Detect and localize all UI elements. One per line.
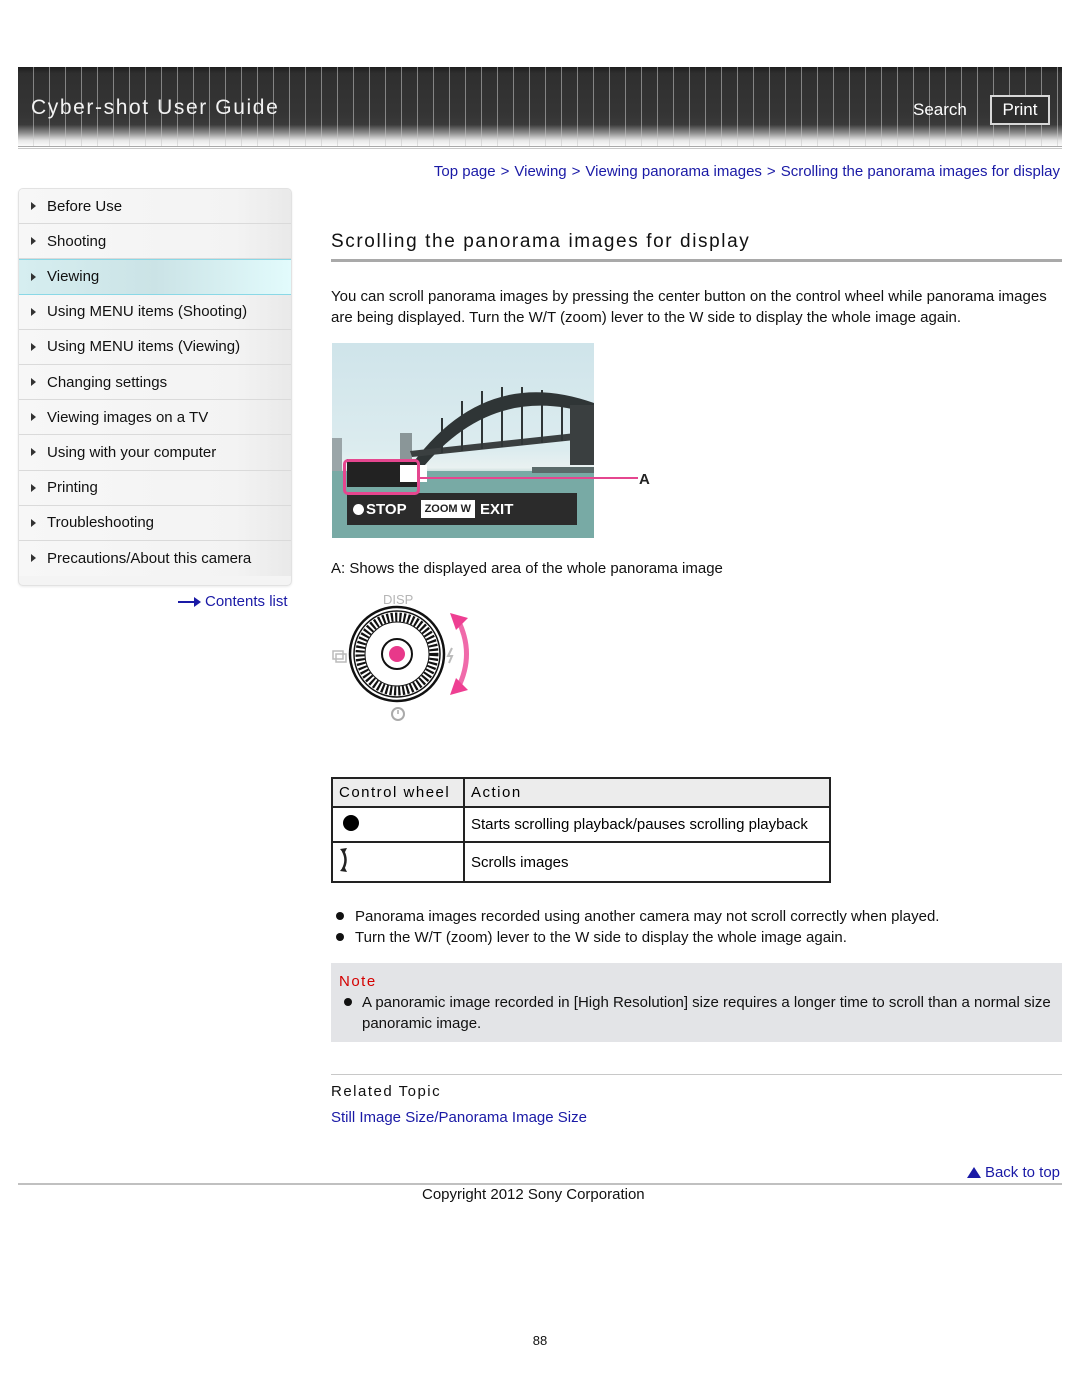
table-row: Scrolls images xyxy=(331,841,831,883)
center-button-icon xyxy=(343,814,359,831)
callout-leader-line xyxy=(420,477,638,479)
sidebar-item-printing[interactable]: Printing xyxy=(19,470,291,506)
page-title: Scrolling the panorama images for displa… xyxy=(331,231,751,252)
triangle-right-icon xyxy=(31,518,36,527)
figure-caption: A: Shows the displayed area of the whole… xyxy=(331,560,723,577)
sidebar-item-label: Viewing images on a TV xyxy=(47,408,209,426)
exit-label: EXIT xyxy=(480,500,514,518)
breadcrumb-current[interactable]: Scrolling the panorama images for displa… xyxy=(781,163,1060,180)
search-link[interactable]: Search xyxy=(913,100,967,120)
triangle-right-icon xyxy=(31,272,36,281)
sidebar-item-label: Precautions/About this camera xyxy=(47,549,252,567)
list-item: A panoramic image recorded in [High Reso… xyxy=(342,992,1062,1034)
arrow-right-icon xyxy=(178,596,202,607)
sidebar-item-label: Using MENU items (Shooting) xyxy=(47,303,248,321)
table-cell-icon xyxy=(331,841,465,883)
triangle-right-icon xyxy=(31,202,36,211)
page-number: 88 xyxy=(532,1333,548,1348)
sidebar-item-label: Changing settings xyxy=(47,373,168,391)
playback-controls-bar: STOP ZOOM W EXIT xyxy=(347,493,577,525)
sidebar-item-viewing-tv[interactable]: Viewing images on a TV xyxy=(19,400,291,436)
control-wheel-svg: DISP xyxy=(332,592,469,721)
breadcrumb-separator: > xyxy=(571,163,581,180)
copyright-text: Copyright 2012 Sony Corporation xyxy=(422,1186,645,1203)
sidebar-item-shooting[interactable]: Shooting xyxy=(19,224,291,260)
stop-label: STOP xyxy=(366,500,407,518)
triangle-right-icon xyxy=(31,448,36,457)
related-topic-title: Related Topic xyxy=(331,1083,442,1100)
header-bottom-line xyxy=(18,146,1062,147)
sidebar-item-menu-viewing[interactable]: Using MENU items (Viewing) xyxy=(19,329,291,365)
hint-list: Panorama images recorded using another c… xyxy=(334,906,1064,948)
breadcrumb-viewing[interactable]: Viewing xyxy=(514,163,566,180)
contents-list-label: Contents list xyxy=(205,593,288,610)
breadcrumb-separator: > xyxy=(766,163,776,180)
panorama-screen-image: STOP ZOOM W EXIT xyxy=(332,343,594,538)
sidebar-item-label: Printing xyxy=(47,479,98,497)
list-item: Turn the W/T (zoom) lever to the W side … xyxy=(334,927,1064,948)
header-divider xyxy=(18,148,1062,149)
control-wheel-table: Control wheel Action Starts scrolling pl… xyxy=(331,777,831,883)
triangle-right-icon xyxy=(31,483,36,492)
back-to-top-link[interactable]: Back to top xyxy=(966,1164,1060,1181)
sidebar-item-before-use[interactable]: Before Use xyxy=(19,189,291,225)
sidebar-nav: Before Use Shooting Viewing Using MENU i… xyxy=(18,188,292,586)
triangle-up-icon xyxy=(966,1167,981,1178)
header-bar: Cyber-shot User Guide Search Print xyxy=(18,67,1062,147)
triangle-right-icon xyxy=(31,342,36,351)
table-cell-icon xyxy=(331,806,465,843)
triangle-right-icon xyxy=(31,237,36,246)
column-header-control-wheel: Control wheel xyxy=(331,777,465,808)
back-to-top-label: Back to top xyxy=(984,1164,1060,1181)
sidebar-item-viewing[interactable]: Viewing xyxy=(19,259,291,295)
sidebar-item-label: Using MENU items (Viewing) xyxy=(47,338,241,356)
callout-highlight-frame xyxy=(343,459,420,495)
sidebar-item-changing-settings[interactable]: Changing settings xyxy=(19,364,291,401)
table-header-row: Control wheel Action xyxy=(331,777,831,808)
list-item: Panorama images recorded using another c… xyxy=(334,906,1064,927)
triangle-right-icon xyxy=(31,413,36,422)
table-cell-action: Scrolls images xyxy=(463,841,831,883)
related-divider xyxy=(331,1074,1062,1075)
sidebar-item-label: Using with your computer xyxy=(47,443,217,461)
title-underline xyxy=(331,259,1062,262)
sidebar-item-label: Troubleshooting xyxy=(47,514,155,532)
related-link-image-size[interactable]: Still Image Size/Panorama Image Size xyxy=(331,1109,587,1126)
app-title: Cyber-shot User Guide xyxy=(31,96,280,119)
center-button-icon xyxy=(353,503,364,515)
contents-list-link[interactable]: Contents list xyxy=(178,593,288,610)
triangle-right-icon xyxy=(31,554,36,563)
sidebar-item-label: Before Use xyxy=(47,197,123,215)
sidebar-item-menu-shooting[interactable]: Using MENU items (Shooting) xyxy=(19,294,291,330)
table-cell-action: Starts scrolling playback/pauses scrolli… xyxy=(463,806,831,843)
intro-paragraph: You can scroll panorama images by pressi… xyxy=(331,288,1047,326)
triangle-right-icon xyxy=(31,378,36,387)
callout-label-a: A xyxy=(639,471,650,488)
note-title: Note xyxy=(339,973,377,990)
column-header-action: Action xyxy=(463,777,831,808)
sidebar-item-troubleshooting[interactable]: Troubleshooting xyxy=(19,505,291,541)
sidebar-item-label: Shooting xyxy=(47,232,107,250)
disp-label: DISP xyxy=(383,592,413,607)
breadcrumb: Top page > Viewing > Viewing panorama images… xyxy=(434,163,1060,180)
control-wheel-illustration: DISP xyxy=(330,590,475,725)
print-button[interactable]: Print xyxy=(990,95,1050,125)
breadcrumb-separator: > xyxy=(500,163,510,180)
note-list: A panoramic image recorded in [High Reso… xyxy=(342,992,1062,1034)
table-row: Starts scrolling playback/pauses scrolli… xyxy=(331,806,831,843)
rotate-wheel-icon xyxy=(340,848,347,872)
breadcrumb-viewing-panorama[interactable]: Viewing panorama images xyxy=(585,163,762,180)
note-box: Note A panoramic image recorded in [High… xyxy=(331,963,1062,1042)
sidebar-item-computer[interactable]: Using with your computer xyxy=(19,435,291,471)
footer-divider xyxy=(18,1183,1062,1185)
triangle-right-icon xyxy=(31,307,36,316)
sidebar-item-label: Viewing xyxy=(47,268,100,286)
zoom-w-label: ZOOM W xyxy=(420,500,476,518)
sidebar-item-precautions[interactable]: Precautions/About this camera xyxy=(19,540,291,577)
breadcrumb-top-page[interactable]: Top page xyxy=(434,163,496,180)
